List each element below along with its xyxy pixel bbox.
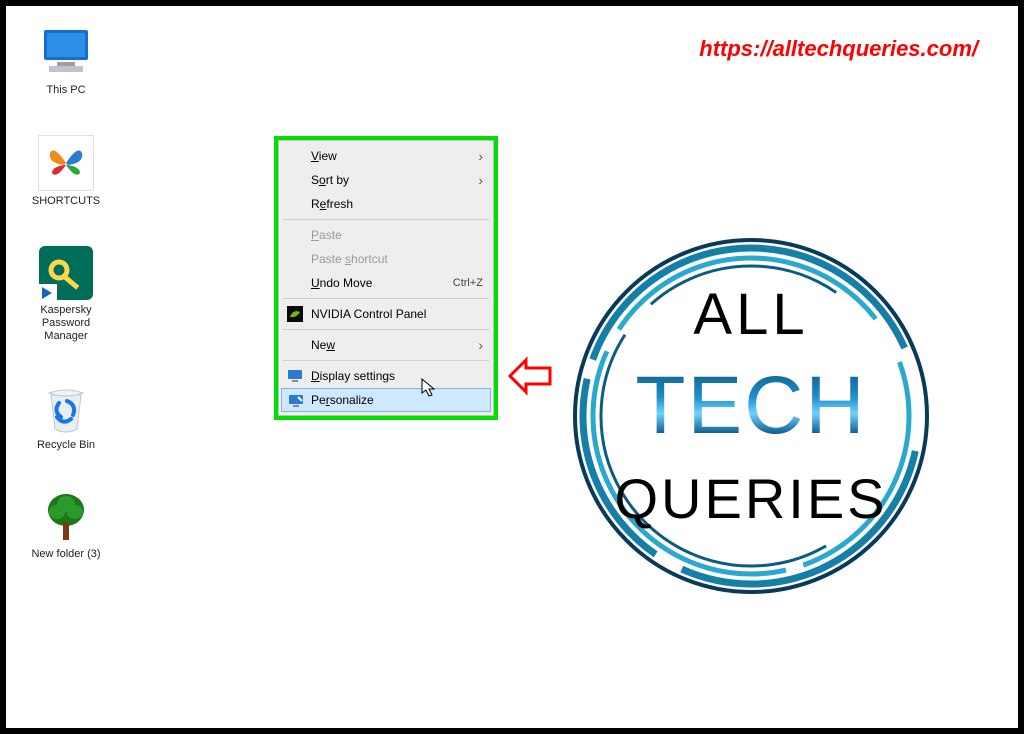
desktop-icon-new-folder[interactable]: New folder (3)	[16, 490, 116, 561]
logo-text-tech: TECH	[566, 359, 936, 453]
logo-text-all: ALL	[566, 281, 936, 348]
desktop-icon-this-pc[interactable]: This PC	[16, 26, 116, 97]
desktop-icon-label: SHORTCUTS	[16, 195, 116, 208]
menu-item-undo[interactable]: Undo Move Ctrl+Z	[281, 271, 491, 295]
menu-item-paste-shortcut: Paste shortcut	[281, 247, 491, 271]
desktop-icon-shortcuts[interactable]: SHORTCUTS	[16, 135, 116, 208]
menu-item-refresh[interactable]: Refresh	[281, 192, 491, 216]
chevron-right-icon: ›	[478, 172, 483, 188]
url-watermark: https://alltechqueries.com/	[699, 36, 978, 62]
menu-item-display-settings[interactable]: Display settings	[281, 364, 491, 388]
logo-text-queries: QUERIES	[566, 466, 936, 531]
desktop-icon-kaspersky[interactable]: Kaspersky Password Manager	[16, 246, 116, 343]
menu-separator	[283, 329, 489, 330]
alltechqueries-logo: ALL TECH QUERIES	[566, 231, 936, 601]
personalize-icon	[288, 393, 304, 409]
desktop-icon-label: New folder (3)	[16, 548, 116, 561]
desktop-icon-recycle-bin[interactable]: Recycle Bin	[16, 381, 116, 452]
context-menu-highlight: View › Sort by › Refresh Paste Paste sho…	[274, 136, 498, 420]
menu-item-nvidia[interactable]: NVIDIA Control Panel	[281, 302, 491, 326]
desktop-context-menu: View › Sort by › Refresh Paste Paste sho…	[278, 140, 494, 416]
menu-separator	[283, 360, 489, 361]
kaspersky-icon	[39, 246, 93, 300]
menu-item-paste: Paste	[281, 223, 491, 247]
desktop-icon-label: Kaspersky Password Manager	[16, 304, 116, 343]
menu-separator	[283, 298, 489, 299]
menu-item-view[interactable]: View ›	[281, 144, 491, 168]
desktop-icon-label: This PC	[16, 84, 116, 97]
this-pc-icon	[39, 26, 93, 80]
chevron-right-icon: ›	[478, 148, 483, 164]
nvidia-icon	[287, 306, 303, 322]
menu-item-personalize[interactable]: Personalize	[281, 388, 491, 412]
annotation-arrow-icon	[506, 356, 554, 396]
butterfly-icon	[38, 135, 94, 191]
desktop-icon-label: Recycle Bin	[16, 439, 116, 452]
menu-separator	[283, 219, 489, 220]
menu-item-new[interactable]: New ›	[281, 333, 491, 357]
display-settings-icon	[287, 368, 303, 384]
menu-accelerator: Ctrl+Z	[453, 277, 483, 289]
windows-desktop[interactable]: This PC SHORTCUTS	[6, 6, 1018, 728]
recycle-bin-icon	[39, 381, 93, 435]
tree-icon	[39, 490, 93, 544]
chevron-right-icon: ›	[478, 337, 483, 353]
desktop-icons: This PC SHORTCUTS	[16, 26, 116, 599]
menu-item-sort-by[interactable]: Sort by ›	[281, 168, 491, 192]
